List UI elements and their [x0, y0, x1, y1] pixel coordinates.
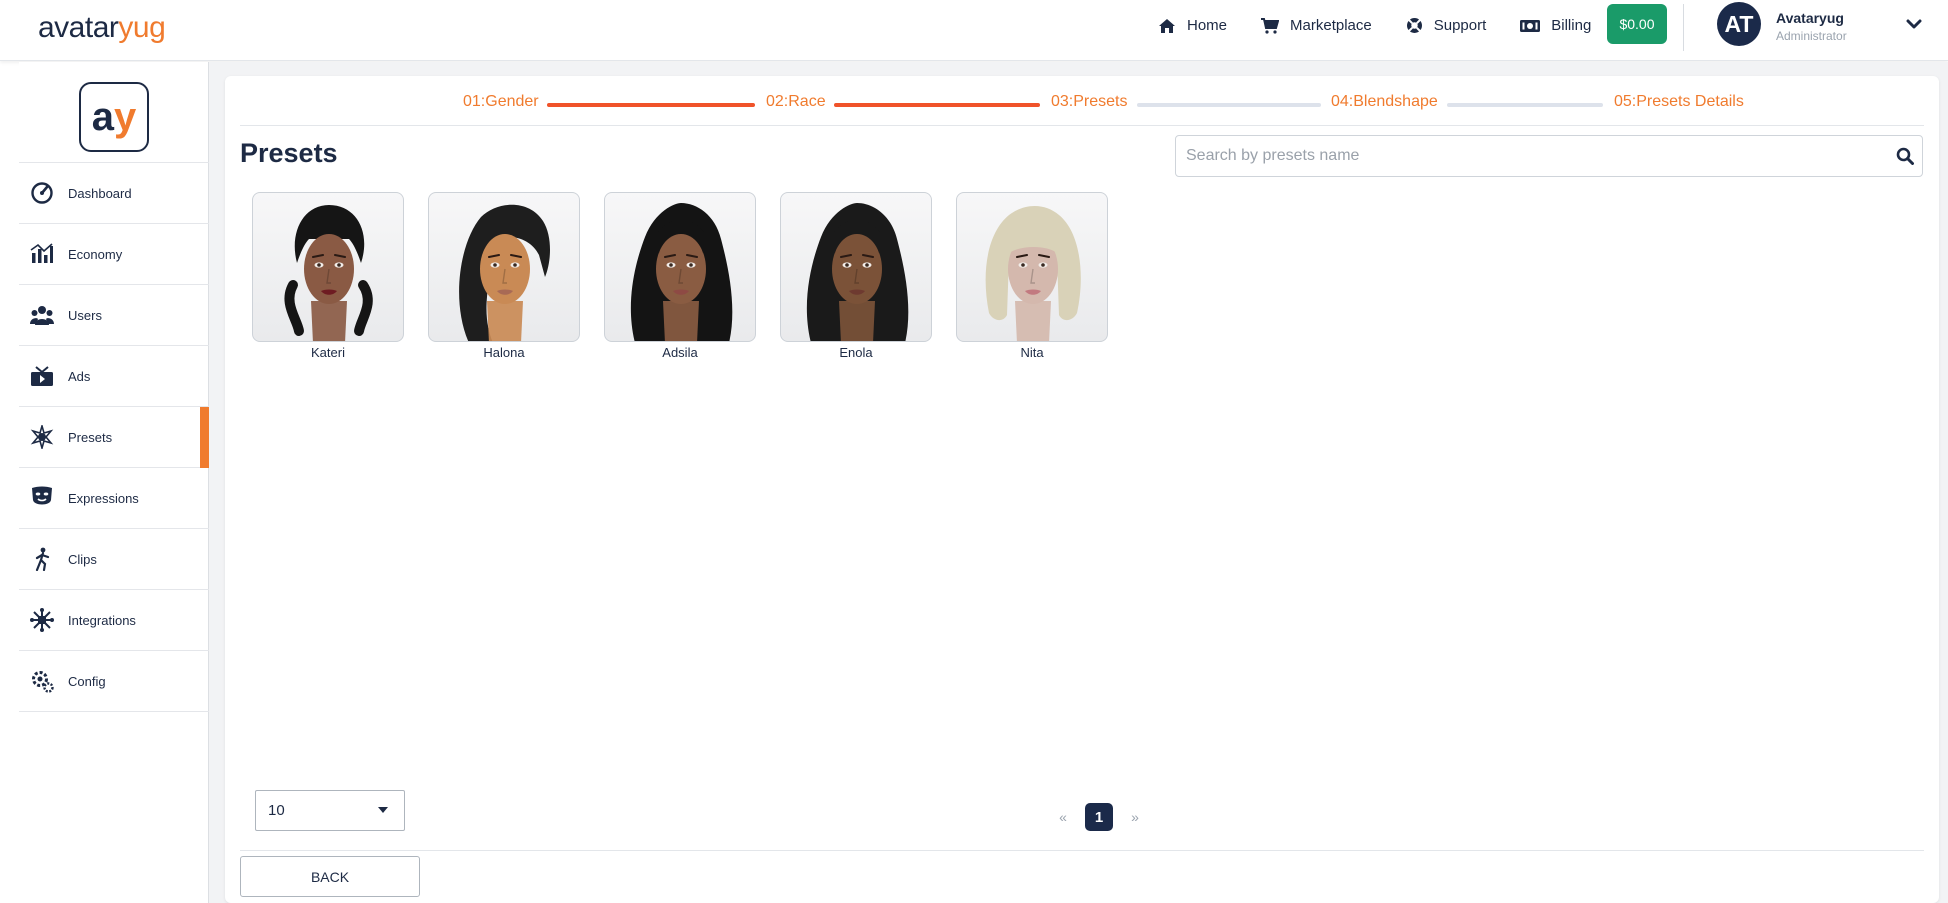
stepper: 01:Gender 02:Race 03:Presets 04:Blendsha… [240, 90, 1924, 126]
step-gender[interactable]: 01:Gender [463, 93, 539, 111]
avatar-face-icon [630, 203, 733, 341]
pagination-next[interactable]: » [1125, 809, 1145, 825]
home-icon [1159, 18, 1175, 33]
sidebar-item-label: Clips [68, 551, 97, 567]
sidebar-logo-y: y [114, 95, 137, 139]
per-page-select[interactable]: 10 [255, 790, 405, 831]
billing-icon [1520, 19, 1541, 32]
cart-icon [1261, 17, 1280, 34]
back-button[interactable]: BACK [240, 856, 420, 897]
nav-home[interactable]: Home [1158, 17, 1227, 34]
step-race[interactable]: 02:Race [766, 93, 826, 111]
nav-billing[interactable]: Billing [1520, 17, 1591, 34]
top-nav: Home Marketplace Support Billing [1158, 0, 1625, 51]
brand-logo[interactable]: avataryug [38, 10, 166, 46]
preset-card[interactable]: Enola [780, 192, 932, 360]
sidebar-item-clips[interactable]: Clips [19, 529, 209, 590]
sidebar-item-presets[interactable]: Presets [19, 407, 209, 468]
footer-divider [240, 850, 1924, 851]
caret-down-icon [378, 807, 388, 813]
avatar[interactable]: AT [1717, 2, 1761, 46]
preset-card[interactable]: Kateri [252, 192, 404, 360]
config-icon [29, 668, 55, 694]
avatar-face-icon [284, 205, 373, 341]
preset-name: Nita [1020, 345, 1044, 360]
sidebar-item-expressions[interactable]: Expressions [19, 468, 209, 529]
preset-name: Adsila [662, 345, 698, 360]
step-blendshape[interactable]: 04:Blendshape [1331, 93, 1438, 111]
brand-logo-text-1: avatar [38, 11, 119, 44]
preset-thumbnail [252, 192, 404, 342]
balance-badge[interactable]: $0.00 [1607, 4, 1667, 44]
avatar-face-icon [806, 203, 909, 341]
sidebar-item-label: Economy [68, 246, 123, 262]
step-presets-details[interactable]: 05:Presets Details [1614, 93, 1744, 111]
sidebar-item-ads[interactable]: Ads [19, 346, 209, 407]
ads-icon [29, 363, 55, 389]
preset-card[interactable]: Adsila [604, 192, 756, 360]
pagination-prev[interactable]: « [1053, 809, 1073, 825]
sidebar-menu: Dashboard Economy Users Ads Presets Expr… [19, 163, 209, 712]
sidebar-item-dashboard[interactable]: Dashboard [19, 163, 209, 224]
nav-support[interactable]: Support [1406, 17, 1487, 34]
sidebar-item-label: Users [68, 307, 102, 323]
sidebar-item-integrations[interactable]: Integrations [19, 590, 209, 651]
clips-icon [29, 546, 55, 572]
nav-support-label: Support [1433, 17, 1487, 34]
step-connector [1447, 103, 1603, 107]
sidebar-item-users[interactable]: Users [19, 285, 209, 346]
search-box [1175, 135, 1923, 177]
user-role: Administrator [1776, 29, 1847, 43]
preset-name: Enola [839, 345, 873, 360]
step-connector [547, 103, 755, 107]
preset-thumbnail [428, 192, 580, 342]
chevron-down-icon[interactable] [1906, 18, 1922, 30]
sidebar-item-label: Expressions [68, 490, 139, 506]
presets-icon [29, 424, 55, 450]
economy-icon [29, 241, 55, 267]
pagination: « 1 » [1053, 803, 1145, 831]
user-name: Avataryug [1776, 10, 1844, 26]
preset-card[interactable]: Nita [956, 192, 1108, 360]
brand-logo-text-2: yug [118, 11, 166, 44]
expressions-icon [29, 485, 55, 511]
search-input[interactable] [1186, 136, 1876, 176]
sidebar-item-label: Config [68, 673, 106, 689]
sidebar-item-label: Ads [68, 368, 91, 384]
step-connector [1137, 103, 1321, 107]
sidebar-item-label: Integrations [68, 612, 136, 628]
step-presets[interactable]: 03:Presets [1051, 93, 1127, 111]
step-connector [834, 103, 1040, 107]
preset-thumbnail [956, 192, 1108, 342]
per-page-value: 10 [268, 802, 285, 819]
avatar-face-icon [985, 206, 1081, 341]
sidebar-item-label: Presets [68, 429, 113, 445]
support-icon [1406, 18, 1422, 33]
sidebar-item-economy[interactable]: Economy [19, 224, 209, 285]
nav-billing-label: Billing [1551, 17, 1592, 34]
preset-name: Halona [483, 345, 525, 360]
preset-thumbnail [604, 192, 756, 342]
users-icon [29, 302, 55, 328]
nav-home-label: Home [1187, 17, 1228, 34]
sidebar-item-config[interactable]: Config [19, 651, 209, 712]
avatar-face-icon [459, 204, 550, 341]
preset-name: Kateri [311, 345, 345, 360]
sidebar-logo-a: a [91, 95, 114, 139]
preset-card[interactable]: Halona [428, 192, 580, 360]
topbar-divider [1683, 4, 1684, 51]
search-icon[interactable] [1896, 147, 1914, 165]
preset-thumbnail [780, 192, 932, 342]
page-title: Presets [240, 138, 338, 168]
sidebar-logo[interactable]: ay [79, 82, 149, 152]
dashboard-icon [29, 180, 55, 206]
pagination-page[interactable]: 1 [1085, 803, 1113, 831]
sidebar-item-label: Dashboard [68, 185, 132, 201]
integrations-icon [29, 607, 55, 633]
nav-marketplace-label: Marketplace [1290, 17, 1372, 34]
nav-marketplace[interactable]: Marketplace [1261, 17, 1372, 34]
top-bar: avataryug Home Marketplace Support Billi… [0, 0, 1948, 61]
